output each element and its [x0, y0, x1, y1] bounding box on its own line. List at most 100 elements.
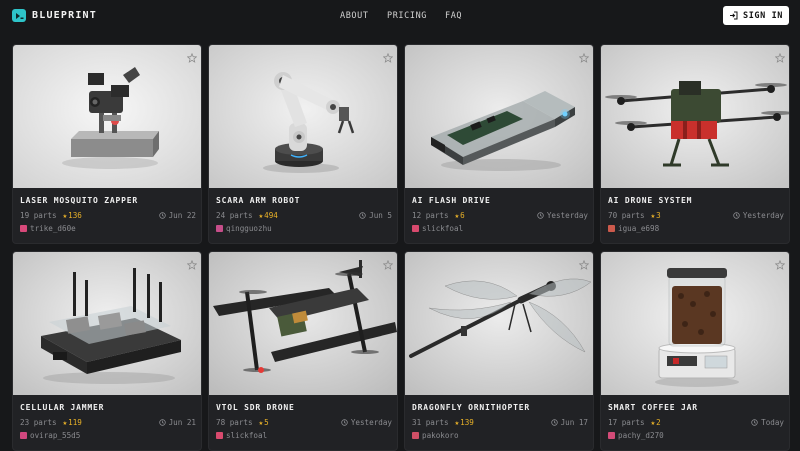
favorite-star-icon[interactable]: [775, 260, 785, 270]
star-filled-icon: ★: [62, 210, 68, 220]
owner-name: ovirap_55d5: [30, 431, 81, 440]
project-meta: 23 parts ★ 119 Jun 21: [20, 417, 196, 427]
project-title: SMART COFFEE JAR: [608, 403, 698, 412]
likes-count: 139: [460, 417, 474, 427]
project-meta: 70 parts ★ 3 Yesterday: [608, 210, 784, 220]
clock-icon: [537, 211, 544, 219]
likes-count: 3: [656, 210, 661, 220]
project-meta: 24 parts ★ 494 Jun 5: [216, 210, 392, 220]
updated-time-text: Jun 21: [168, 417, 196, 427]
avatar: [20, 432, 27, 439]
updated-time-text: Jun 5: [369, 210, 392, 220]
favorite-star-icon[interactable]: [383, 260, 393, 270]
project-meta: 31 parts ★ 139 Jun 17: [412, 417, 588, 427]
updated-time-text: Yesterday: [742, 210, 784, 220]
project-thumbnail-ai-drone-system: [601, 45, 789, 188]
clock-icon: [751, 418, 758, 426]
project-owner[interactable]: slickfoal: [216, 431, 267, 440]
parts-count: 78 parts: [216, 417, 253, 427]
owner-name: igua_e698: [618, 224, 660, 233]
project-card[interactable]: LASER MOSQUITO ZAPPER 19 parts ★ 136 Jun …: [12, 44, 202, 244]
project-title: VTOL SDR DRONE: [216, 403, 295, 412]
likes: ★ 2: [651, 418, 661, 427]
updated-time: Jun 17: [550, 418, 588, 427]
likes-count: 2: [656, 417, 661, 427]
project-thumbnail-vtol-sdr-drone: [209, 252, 397, 395]
star-filled-icon: ★: [258, 417, 264, 427]
likes: ★ 494: [259, 211, 278, 220]
project-title: AI FLASH DRIVE: [412, 196, 491, 205]
project-thumbnail-smart-coffee-jar: [601, 252, 789, 395]
favorite-star-icon[interactable]: [187, 53, 197, 63]
likes: ★ 139: [455, 418, 474, 427]
project-meta: 19 parts ★ 136 Jun 22: [20, 210, 196, 220]
favorite-star-icon[interactable]: [383, 53, 393, 63]
updated-time-text: Yesterday: [350, 417, 392, 427]
updated-time: Jun 22: [158, 211, 196, 220]
project-meta: 17 parts ★ 2 Today: [608, 417, 784, 427]
project-owner[interactable]: slickfoal: [412, 224, 463, 233]
favorite-star-icon[interactable]: [579, 53, 589, 63]
project-owner[interactable]: trike_d60e: [20, 224, 76, 233]
project-thumbnail-ai-flash-drive: [405, 45, 593, 188]
updated-time: Yesterday: [341, 418, 392, 427]
project-card[interactable]: SMART COFFEE JAR 17 parts ★ 2 Today pachy…: [600, 251, 790, 451]
likes: ★ 3: [651, 211, 661, 220]
project-thumbnail-scara-arm-robot: [209, 45, 397, 188]
avatar: [412, 225, 419, 232]
project-title: DRAGONFLY ORNITHOPTER: [412, 403, 530, 412]
clock-icon: [158, 418, 166, 426]
favorite-star-icon[interactable]: [579, 260, 589, 270]
clock-icon: [359, 211, 366, 219]
parts-count: 12 parts: [412, 210, 449, 220]
likes-count: 136: [68, 210, 82, 220]
sign-in-button[interactable]: SIGN IN: [723, 6, 789, 25]
updated-time-text: Yesterday: [546, 210, 588, 220]
parts-count: 17 parts: [608, 417, 645, 427]
project-card[interactable]: AI FLASH DRIVE 12 parts ★ 6 Yesterday sli…: [404, 44, 594, 244]
likes-count: 6: [460, 210, 465, 220]
star-filled-icon: ★: [650, 417, 656, 427]
likes: ★ 136: [63, 211, 82, 220]
clock-icon: [550, 418, 558, 426]
project-card[interactable]: CELLULAR JAMMER 23 parts ★ 119 Jun 21 ovi…: [12, 251, 202, 451]
star-filled-icon: ★: [62, 417, 68, 427]
project-card[interactable]: AI DRONE SYSTEM 70 parts ★ 3 Yesterday ig…: [600, 44, 790, 244]
nav-link-about[interactable]: ABOUT: [340, 11, 369, 21]
project-owner[interactable]: ovirap_55d5: [20, 431, 80, 440]
project-thumbnail-cellular-jammer: [13, 252, 201, 395]
nav-link-faq[interactable]: FAQ: [445, 11, 462, 21]
owner-name: pakokoro: [422, 431, 459, 440]
project-card[interactable]: VTOL SDR DRONE 78 parts ★ 5 Yesterday sli…: [208, 251, 398, 451]
likes-count: 5: [264, 417, 269, 427]
project-card[interactable]: SCARA ARM ROBOT 24 parts ★ 494 Jun 5 qing…: [208, 44, 398, 244]
avatar: [608, 432, 615, 439]
sign-in-icon: [729, 11, 738, 20]
nav-link-pricing[interactable]: PRICING: [387, 11, 427, 21]
favorite-star-icon[interactable]: [187, 260, 197, 270]
project-owner[interactable]: pakokoro: [412, 431, 459, 440]
owner-name: slickfoal: [226, 431, 268, 440]
top-nav-bar: BLUEPRINT ABOUT PRICING FAQ SIGN IN: [0, 0, 800, 32]
project-owner[interactable]: qingguozhu: [216, 224, 272, 233]
favorite-star-icon[interactable]: [775, 53, 785, 63]
owner-name: pachy_d270: [618, 431, 664, 440]
updated-time: Yesterday: [537, 211, 588, 220]
updated-time: Jun 5: [359, 211, 392, 220]
project-owner[interactable]: igua_e698: [608, 224, 659, 233]
likes-count: 494: [264, 210, 278, 220]
project-card[interactable]: DRAGONFLY ORNITHOPTER 31 parts ★ 139 Jun …: [404, 251, 594, 451]
avatar: [608, 225, 615, 232]
parts-count: 23 parts: [20, 417, 57, 427]
avatar: [216, 432, 223, 439]
project-owner[interactable]: pachy_d270: [608, 431, 664, 440]
owner-name: slickfoal: [422, 224, 464, 233]
sign-in-label: SIGN IN: [742, 10, 784, 21]
star-filled-icon: ★: [650, 210, 656, 220]
parts-count: 19 parts: [20, 210, 57, 220]
logo[interactable]: BLUEPRINT: [12, 9, 97, 22]
project-grid: LASER MOSQUITO ZAPPER 19 parts ★ 136 Jun …: [12, 44, 790, 451]
logo-text: BLUEPRINT: [32, 10, 97, 21]
owner-name: qingguozhu: [226, 224, 272, 233]
parts-count: 31 parts: [412, 417, 449, 427]
